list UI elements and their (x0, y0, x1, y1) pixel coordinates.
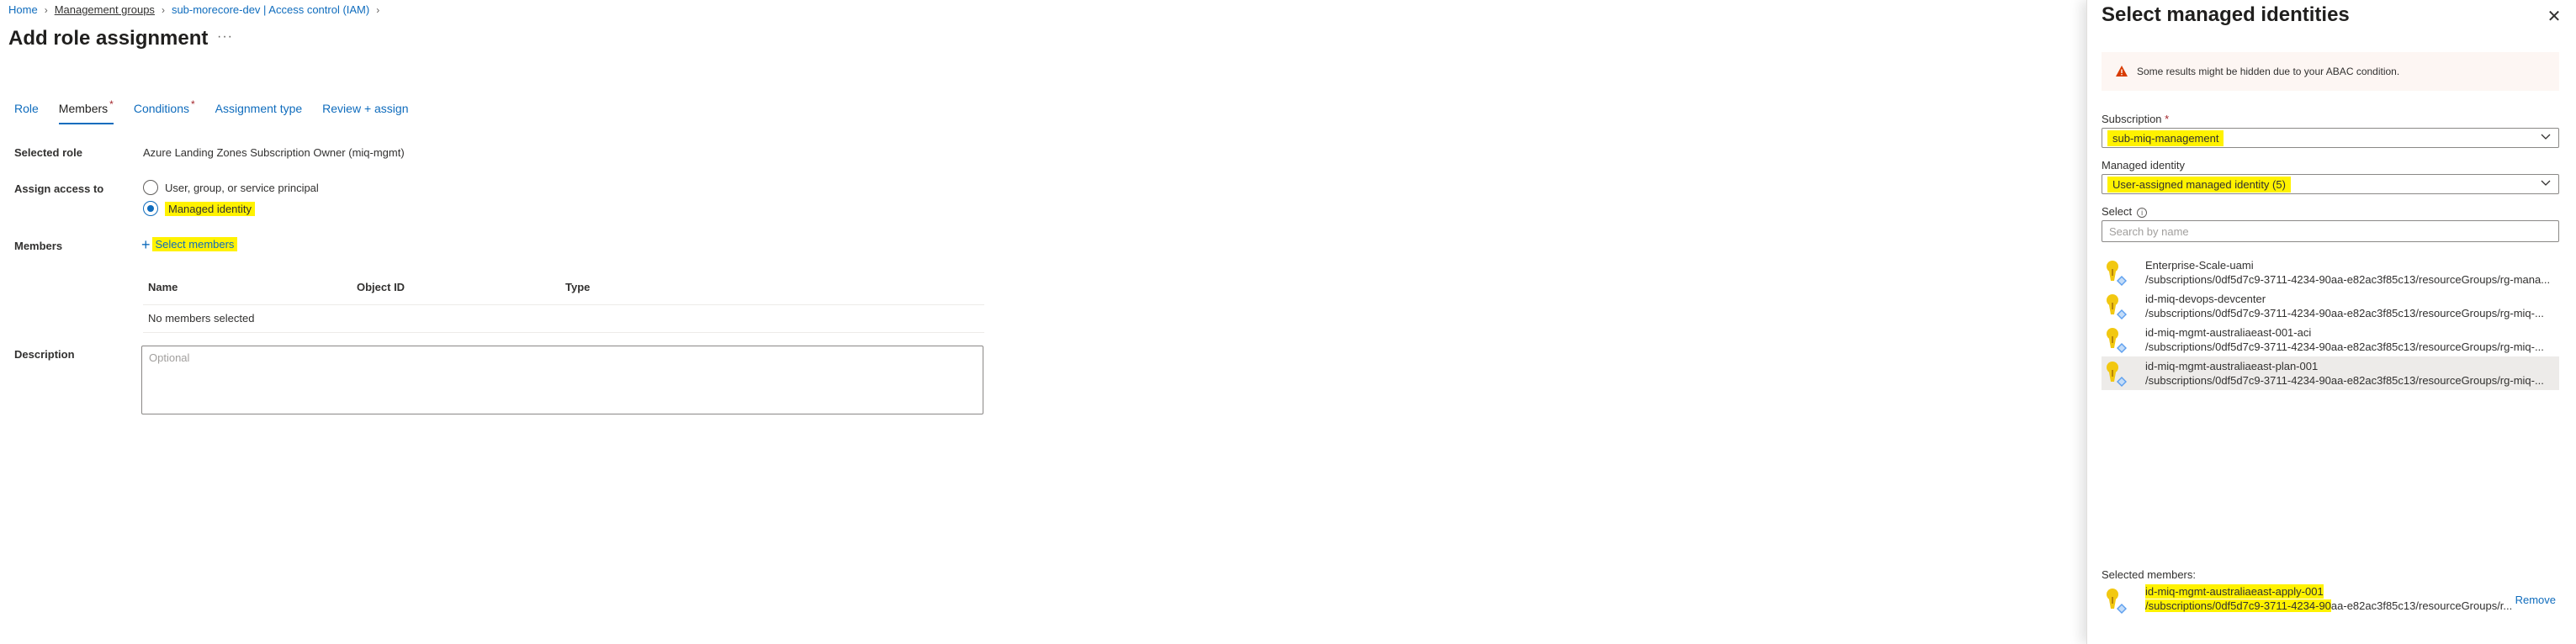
description-placeholder: Optional (149, 351, 190, 364)
identity-path: /subscriptions/0df5d7c9-3711-4234-90aa-e… (2145, 374, 2544, 387)
select-label: Select i (2102, 205, 2148, 218)
warning-text: Some results might be hidden due to your… (2137, 66, 2400, 77)
table-row: No members selected (143, 304, 984, 333)
search-input[interactable]: Search by name (2102, 220, 2559, 242)
more-options-icon[interactable]: ··· (217, 29, 233, 45)
select-managed-identities-panel: Select managed identities ✕ Some results… (2086, 0, 2576, 644)
chevron-right-icon: › (161, 3, 165, 16)
radio-button[interactable] (143, 180, 158, 195)
identity-name: id-miq-mgmt-australiaeast-001-aci (2145, 326, 2312, 339)
breadcrumb-management-groups[interactable]: Management groups (55, 3, 155, 16)
radio-managed-identity-label: Managed identity (165, 201, 256, 216)
list-item-selected[interactable]: id-miq-mgmt-australiaeast-plan-001 /subs… (2102, 356, 2559, 390)
chevron-right-icon: › (44, 3, 48, 16)
selected-member-item: id-miq-mgmt-australiaeast-apply-001 /sub… (2102, 583, 2559, 617)
tab-members[interactable]: Members * (58, 98, 114, 124)
empty-state-text: No members selected (148, 312, 255, 325)
managed-identity-icon (2107, 294, 2127, 319)
selected-role-label: Selected role (14, 146, 82, 159)
subscription-label: Subscription * (2102, 113, 2170, 125)
tab-conditions[interactable]: Conditions * (134, 98, 195, 124)
radio-user-group[interactable]: User, group, or service principal (143, 180, 319, 195)
managed-identity-icon (2107, 328, 2127, 353)
chevron-down-icon (2541, 134, 2551, 140)
identity-name: id-miq-mgmt-australiaeast-plan-001 (2145, 360, 2319, 372)
plus-icon: + (141, 235, 151, 253)
identity-path: /subscriptions/0df5d7c9-3711-4234-90aa-e… (2145, 273, 2551, 286)
add-role-assignment-page: Home › Management groups › sub-morecore-… (0, 0, 2086, 644)
members-label: Members (14, 240, 63, 252)
list-item[interactable]: Enterprise-Scale-uami /subscriptions/0df… (2102, 256, 2559, 289)
radio-user-group-label: User, group, or service principal (165, 181, 319, 194)
tab-review-assign[interactable]: Review + assign (322, 99, 408, 124)
column-name: Name (148, 281, 178, 293)
members-table-header: Name Object ID Type (143, 281, 984, 306)
required-marker: * (109, 98, 114, 110)
description-label: Description (14, 348, 75, 361)
managed-identity-icon (2107, 362, 2127, 387)
identity-list: Enterprise-Scale-uami /subscriptions/0df… (2102, 256, 2559, 390)
page-title: Add role assignment (8, 27, 209, 50)
chevron-down-icon (2541, 180, 2551, 186)
search-placeholder: Search by name (2109, 225, 2189, 238)
tab-assignment-type[interactable]: Assignment type (215, 99, 303, 124)
managed-identity-icon (2107, 261, 2127, 286)
warning-icon (2116, 66, 2128, 77)
select-members-label: Select members (151, 237, 238, 251)
assign-access-label: Assign access to (14, 182, 104, 195)
column-type: Type (565, 281, 591, 293)
panel-title: Select managed identities (2102, 3, 2350, 26)
radio-button-selected[interactable] (143, 201, 158, 216)
select-members-link[interactable]: + Select members (141, 235, 238, 253)
description-textarea[interactable]: Optional (141, 346, 983, 414)
info-icon[interactable]: i (2137, 207, 2148, 218)
identity-name: Enterprise-Scale-uami (2145, 259, 2254, 272)
managed-identity-label: Managed identity (2102, 159, 2186, 172)
managed-identity-value: User-assigned managed identity (5) (2107, 176, 2291, 193)
breadcrumb: Home › Management groups › sub-morecore-… (8, 3, 386, 16)
managed-identity-dropdown[interactable]: User-assigned managed identity (5) (2102, 174, 2559, 194)
selected-members-label: Selected members: (2102, 568, 2196, 581)
close-icon[interactable]: ✕ (2544, 7, 2564, 27)
abac-warning-banner: Some results might be hidden due to your… (2102, 52, 2559, 91)
breadcrumb-access-control[interactable]: sub-morecore-dev | Access control (IAM) (172, 3, 369, 16)
managed-identity-icon (2107, 589, 2127, 614)
selected-role-value: Azure Landing Zones Subscription Owner (… (143, 146, 405, 159)
list-item[interactable]: id-miq-devops-devcenter /subscriptions/0… (2102, 289, 2559, 323)
selected-member-name: id-miq-mgmt-australiaeast-apply-001 (2145, 584, 2324, 599)
tab-bar: Role Members * Conditions * Assignment typ… (14, 98, 428, 124)
list-item[interactable]: id-miq-mgmt-australiaeast-001-aci /subsc… (2102, 323, 2559, 356)
subscription-value: sub-miq-management (2107, 129, 2224, 146)
breadcrumb-home[interactable]: Home (8, 3, 38, 16)
subscription-dropdown[interactable]: sub-miq-management (2102, 128, 2559, 148)
column-object-id: Object ID (357, 281, 405, 293)
radio-managed-identity[interactable]: Managed identity (143, 201, 256, 216)
chevron-right-icon: › (376, 3, 380, 16)
identity-path: /subscriptions/0df5d7c9-3711-4234-90aa-e… (2145, 340, 2544, 353)
required-marker: * (190, 98, 195, 110)
selected-member-path: /subscriptions/0df5d7c9-3711-4234-90aa-e… (2145, 599, 2513, 612)
tab-role[interactable]: Role (14, 99, 39, 124)
remove-button[interactable]: Remove (2515, 594, 2556, 606)
identity-name: id-miq-devops-devcenter (2145, 293, 2266, 305)
identity-path: /subscriptions/0df5d7c9-3711-4234-90aa-e… (2145, 307, 2544, 319)
